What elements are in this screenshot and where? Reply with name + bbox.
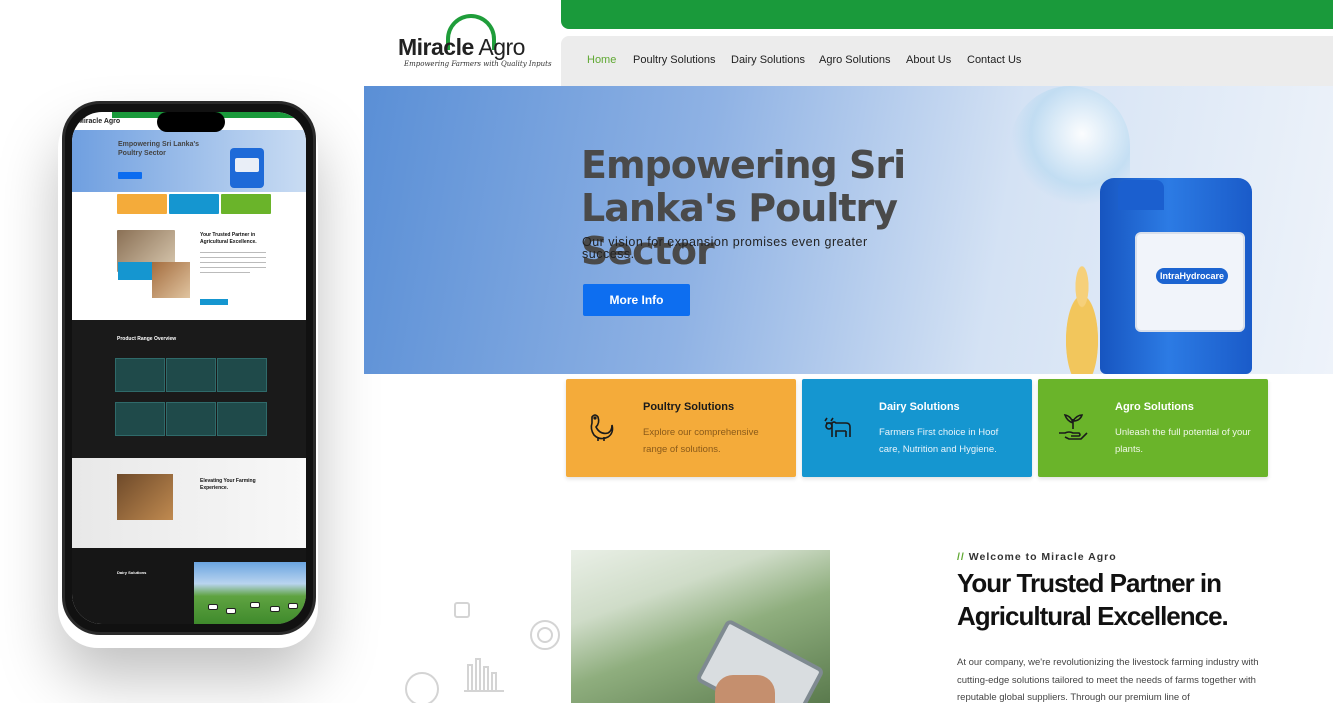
mobile-welcome-title: Your Trusted Partner in Agricultural Exc…: [200, 232, 257, 245]
card-description: Explore our comprehensive range of solut…: [643, 427, 759, 455]
mobile-product-label: [235, 158, 259, 172]
logo-tagline: Empowering Farmers with Quality Inputs: [404, 60, 552, 68]
hero-subtitle: Our vision for expansion promises even g…: [582, 235, 868, 261]
chick-image: [1054, 262, 1110, 374]
nav-dairy-solutions[interactable]: Dairy Solutions: [731, 54, 805, 66]
cow-shape: [208, 604, 218, 610]
cow-shape: [270, 606, 280, 612]
welcome-tag: // Welcome to Miracle Agro: [957, 551, 1117, 563]
mobile-experience-title: Elevating Your Farming Experience.: [200, 478, 256, 491]
hen-icon: [590, 414, 614, 441]
mobile-poultry-image: [117, 474, 173, 520]
mobile-dairy-title: Dairy Solutions: [117, 570, 147, 575]
mobile-product-range-title: Product Range Overview: [117, 336, 177, 342]
mobile-product-cell[interactable]: [115, 358, 165, 392]
mobile-text-line: [200, 262, 266, 263]
card-title: Poultry Solutions: [643, 401, 735, 413]
mobile-hero-button[interactable]: [118, 172, 142, 179]
phone-screen: Miracle Agro Empowering Sri Lanka's Poul…: [72, 112, 306, 624]
nav-poultry-solutions[interactable]: Poultry Solutions: [633, 54, 716, 66]
phone-mockup: Miracle Agro Empowering Sri Lanka's Poul…: [62, 101, 316, 635]
page: Miracle Agro Empowering Sri Lanka's Poul…: [0, 0, 1333, 703]
top-green-bar: [561, 0, 1333, 29]
card-agro-solutions[interactable]: Agro Solutions Unleash the full potentia…: [1038, 379, 1268, 477]
phone-notch: [157, 112, 225, 132]
mobile-product-cell[interactable]: [217, 402, 267, 436]
mobile-text-line: [200, 252, 266, 253]
card-description: Unleash the full potential of your plant…: [1115, 427, 1251, 455]
mobile-product-cell[interactable]: [166, 358, 216, 392]
product-brand: IntraHydrocare: [1156, 268, 1228, 284]
site-logo[interactable]: Miracle Agro: [398, 34, 525, 61]
mobile-card-agro[interactable]: [221, 194, 271, 214]
product-jug-cap: [1118, 180, 1164, 210]
nav-agro-solutions[interactable]: Agro Solutions: [819, 54, 891, 66]
mobile-product-cell[interactable]: [115, 402, 165, 436]
card-poultry-solutions[interactable]: Poultry Solutions Explore our comprehens…: [566, 379, 796, 477]
mobile-hero-title: Empowering Sri Lanka's Poultry Sector: [118, 141, 200, 157]
cow-shape: [288, 603, 298, 609]
hand-shape: [715, 675, 775, 703]
mobile-text-line: [200, 267, 266, 268]
card-title: Agro Solutions: [1115, 401, 1194, 413]
more-info-button[interactable]: More Info: [583, 284, 690, 316]
mobile-logo: Miracle Agro: [78, 118, 121, 125]
welcome-title: Your Trusted Partner in Agricultural Exc…: [957, 568, 1229, 631]
mobile-cows-image: [194, 562, 306, 624]
card-dairy-solutions[interactable]: Dairy Solutions Farmers First choice in …: [802, 379, 1032, 477]
mobile-product-cell[interactable]: [166, 402, 216, 436]
plant-hand-icon: [1059, 413, 1088, 440]
welcome-tag-text: Welcome to Miracle Agro: [968, 551, 1117, 563]
mobile-card-dairy[interactable]: [169, 194, 219, 214]
cow-shape: [250, 602, 260, 608]
welcome-tag-prefix: //: [957, 551, 965, 563]
nav-about-us[interactable]: About Us: [906, 54, 951, 66]
cow-icon: [824, 417, 851, 437]
mobile-card-poultry[interactable]: [117, 194, 167, 214]
decorative-icons: [405, 602, 560, 703]
mobile-product-cell[interactable]: [217, 358, 267, 392]
cow-shape: [226, 608, 236, 614]
card-title: Dairy Solutions: [879, 401, 960, 413]
mobile-chicken-image: [152, 262, 190, 298]
card-description: Farmers First choice in Hoof care, Nutri…: [879, 427, 999, 455]
nav-home[interactable]: Home: [587, 54, 616, 66]
mobile-text-line: [200, 257, 266, 258]
farm-tablet-image: [571, 550, 830, 703]
mobile-badge: [118, 262, 152, 280]
mobile-welcome-button[interactable]: [200, 299, 228, 305]
nav-contact-us[interactable]: Contact Us: [967, 54, 1021, 66]
mobile-experience-section: [72, 458, 306, 548]
mobile-text-line: [200, 272, 250, 273]
welcome-body: At our company, we're revolutionizing th…: [957, 657, 1259, 703]
